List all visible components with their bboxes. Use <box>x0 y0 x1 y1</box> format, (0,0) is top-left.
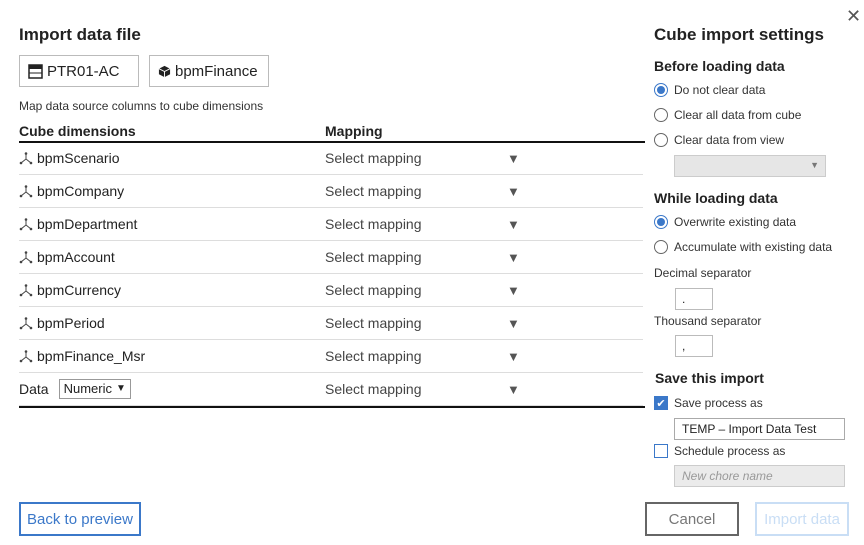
while-option[interactable]: Overwrite existing data <box>654 215 796 229</box>
radio-icon <box>654 240 668 254</box>
source-chip[interactable]: PTR01-AC <box>19 55 139 87</box>
before-loading-heading: Before loading data <box>654 58 785 74</box>
dimension-name: bpmCompany <box>37 183 125 199</box>
cube-chip-label: bpmFinance <box>175 62 258 80</box>
dimension-name: bpmDepartment <box>37 216 138 232</box>
mapping-select[interactable]: Select mapping <box>325 381 507 397</box>
cancel-button[interactable]: Cancel <box>645 502 739 536</box>
schedule-process-checkbox[interactable]: Schedule process as <box>654 444 785 458</box>
dimension-name: bpmCurrency <box>37 282 122 298</box>
table-row: bpmDepartment Select mapping ▼ <box>19 208 643 241</box>
table-row: bpmCurrency Select mapping ▼ <box>19 274 643 307</box>
chevron-down-icon: ▼ <box>115 383 126 394</box>
thousand-separator-label: Thousand separator <box>654 314 762 328</box>
mapping-select[interactable]: Select mapping <box>325 150 507 166</box>
dimension-name: bpmScenario <box>37 150 120 166</box>
dimension-icon <box>19 250 33 263</box>
table-row: bpmPeriod Select mapping ▼ <box>19 307 643 340</box>
radio-label: Overwrite existing data <box>674 215 797 229</box>
mapping-select[interactable]: Select mapping <box>325 183 507 199</box>
mapping-select[interactable]: Select mapping <box>325 249 507 265</box>
dimension-icon <box>19 151 33 164</box>
before-option[interactable]: Clear all data from cube <box>654 108 801 122</box>
dropdown-arrow-icon[interactable]: ▼ <box>507 184 520 199</box>
schedule-process-label: Schedule process as <box>674 444 786 458</box>
thousand-separator-input[interactable]: , <box>675 335 713 357</box>
dropdown-arrow-icon[interactable]: ▼ <box>507 151 520 166</box>
dropdown-arrow-icon[interactable]: ▼ <box>507 382 520 397</box>
data-row: Data Numeric ▼ Select mapping ▼ <box>19 373 643 406</box>
mapping-select[interactable]: Select mapping <box>325 216 507 232</box>
close-icon[interactable]: ✕ <box>846 6 861 27</box>
table-icon <box>28 63 43 79</box>
dimension-icon <box>19 184 33 197</box>
dimension-icon <box>19 316 33 329</box>
data-type-select[interactable]: Numeric ▼ <box>58 379 131 399</box>
source-chip-label: PTR01-AC <box>47 62 120 80</box>
table-row: bpmFinance_Msr Select mapping ▼ <box>19 340 643 373</box>
column-header-mapping: Mapping <box>325 123 383 139</box>
radio-label: Accumulate with existing data <box>674 240 833 254</box>
data-type-value: Numeric <box>63 381 112 396</box>
cube-icon <box>158 65 171 77</box>
table-bottom-divider <box>19 406 645 408</box>
back-to-preview-button[interactable]: Back to preview <box>19 502 141 536</box>
save-process-label: Save process as <box>674 396 763 410</box>
table-row: bpmScenario Select mapping ▼ <box>19 142 643 175</box>
before-option[interactable]: Clear data from view <box>654 133 784 147</box>
table-row: bpmCompany Select mapping ▼ <box>19 175 643 208</box>
dimension-icon <box>19 283 33 296</box>
dimension-icon <box>19 217 33 230</box>
data-row-label: Data <box>19 381 49 397</box>
checkmark-icon: ✔ <box>654 396 668 410</box>
chevron-down-icon: ▼ <box>810 160 819 170</box>
view-select: ▼ <box>674 155 826 177</box>
radio-label: Clear data from view <box>674 133 785 147</box>
while-loading-heading: While loading data <box>654 190 778 206</box>
instruction-text: Map data source columns to cube dimensio… <box>19 99 264 113</box>
save-process-checkbox[interactable]: ✔ Save process as <box>654 396 763 410</box>
cube-chip[interactable]: bpmFinance <box>149 55 269 87</box>
mapping-select[interactable]: Select mapping <box>325 282 507 298</box>
save-process-input[interactable]: TEMP – Import Data Test <box>674 418 845 440</box>
radio-icon <box>654 108 668 122</box>
decimal-separator-label: Decimal separator <box>654 266 752 280</box>
decimal-separator-input[interactable]: . <box>675 288 713 310</box>
dropdown-arrow-icon[interactable]: ▼ <box>507 349 520 364</box>
chore-name-input: New chore name <box>674 465 845 487</box>
dropdown-arrow-icon[interactable]: ▼ <box>507 217 520 232</box>
radio-icon <box>654 133 668 147</box>
radio-icon <box>654 215 668 229</box>
radio-label: Do not clear data <box>674 83 766 97</box>
page-title: Import data file <box>19 25 141 44</box>
import-data-button: Import data <box>755 502 849 536</box>
column-header-dimensions: Cube dimensions <box>19 123 136 139</box>
mapping-select[interactable]: Select mapping <box>325 315 507 331</box>
dropdown-arrow-icon[interactable]: ▼ <box>507 250 520 265</box>
table-row: bpmAccount Select mapping ▼ <box>19 241 643 274</box>
mapping-select[interactable]: Select mapping <box>325 348 507 364</box>
dropdown-arrow-icon[interactable]: ▼ <box>507 283 520 298</box>
save-import-heading: Save this import <box>655 370 764 386</box>
settings-title: Cube import settings <box>654 25 825 44</box>
dimension-icon <box>19 349 33 362</box>
while-option[interactable]: Accumulate with existing data <box>654 240 832 254</box>
radio-icon <box>654 83 668 97</box>
dimension-name: bpmFinance_Msr <box>37 348 146 364</box>
dropdown-arrow-icon[interactable]: ▼ <box>507 316 520 331</box>
dimension-name: bpmAccount <box>37 249 115 265</box>
before-option[interactable]: Do not clear data <box>654 83 765 97</box>
dimension-name: bpmPeriod <box>37 315 105 331</box>
radio-label: Clear all data from cube <box>674 108 802 122</box>
